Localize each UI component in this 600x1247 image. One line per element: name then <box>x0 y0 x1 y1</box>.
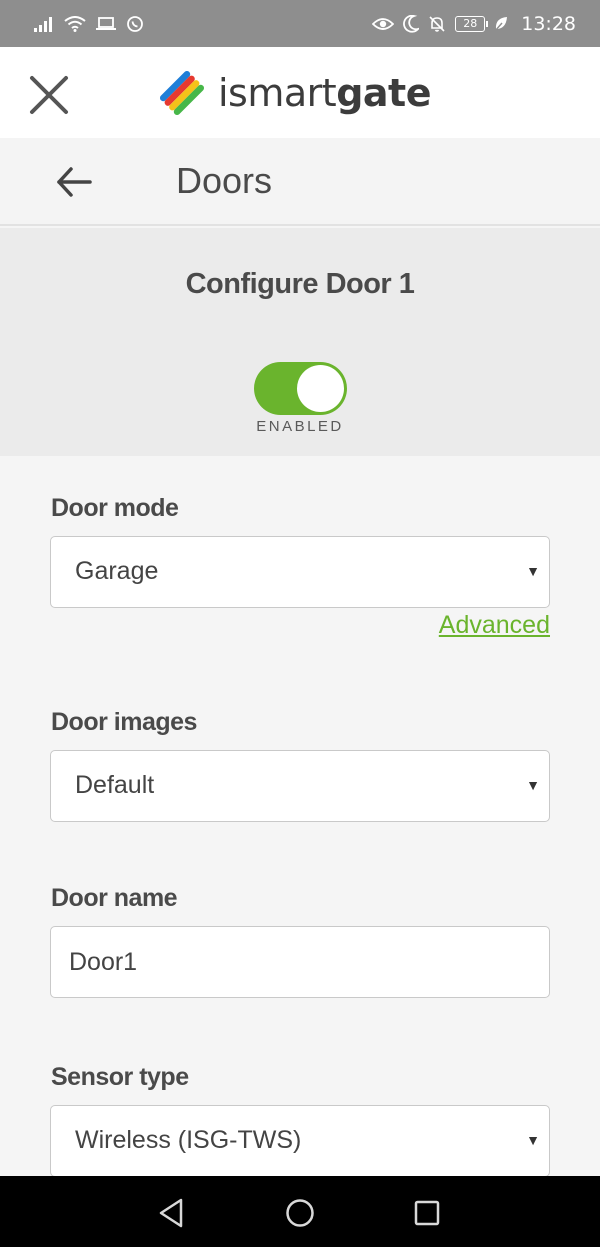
door-name-field-wrapper <box>50 926 550 998</box>
door-mode-select[interactable]: Garage ▼ <box>50 536 550 608</box>
system-back-button[interactable] <box>149 1191 193 1235</box>
nav-bar: Doors <box>0 138 600 226</box>
door-mode-label: Door mode <box>51 494 179 522</box>
back-button[interactable] <box>52 160 96 204</box>
close-icon <box>30 76 68 114</box>
whatsapp-icon <box>127 15 143 32</box>
bell-off-icon <box>429 15 445 32</box>
status-time: 13:28 <box>521 12 576 35</box>
door-mode-value: Garage <box>75 557 159 585</box>
door-images-select[interactable]: Default ▼ <box>50 750 550 822</box>
page-title: Doors <box>176 160 273 201</box>
sensor-type-select[interactable]: Wireless (ISG-TWS) ▼ <box>50 1105 550 1177</box>
toggle-knob <box>297 365 344 412</box>
status-bar: 28 13:28 <box>0 0 600 47</box>
signal-icon <box>34 16 52 32</box>
system-nav-bar <box>0 1176 600 1247</box>
laptop-icon <box>96 16 116 30</box>
status-left <box>34 15 144 33</box>
brand-logo: ismartgate <box>160 69 431 117</box>
caret-down-icon: ▼ <box>526 777 540 793</box>
caret-down-icon: ▼ <box>526 1132 540 1148</box>
toggle-label: ENABLED <box>256 418 344 435</box>
door-name-input[interactable] <box>51 927 549 997</box>
square-recents-icon <box>414 1200 440 1226</box>
door-name-label: Door name <box>51 884 178 912</box>
door-images-value: Default <box>75 771 155 799</box>
brand-logo-text: ismartgate <box>218 71 431 115</box>
door-config-form: Door mode Garage ▼ Advanced Door images … <box>0 456 600 1177</box>
app-header: ismartgate <box>0 47 600 138</box>
wifi-icon <box>64 15 86 32</box>
close-button[interactable] <box>27 73 71 117</box>
system-home-button[interactable] <box>278 1191 322 1235</box>
sensor-type-value: Wireless (ISG-TWS) <box>75 1126 302 1154</box>
caret-down-icon: ▼ <box>526 563 540 579</box>
moon-icon <box>403 14 420 33</box>
advanced-link[interactable]: Advanced <box>439 611 550 640</box>
status-right: 28 13:28 <box>372 13 576 35</box>
system-recents-button[interactable] <box>405 1191 449 1235</box>
config-header: Configure Door 1 ENABLED <box>0 228 600 456</box>
triangle-back-icon <box>159 1198 183 1228</box>
eye-icon <box>372 17 395 30</box>
door-images-label: Door images <box>51 708 197 736</box>
config-title: Configure Door 1 <box>185 268 415 300</box>
arrow-left-icon <box>57 167 92 197</box>
leaf-icon <box>494 16 508 31</box>
enabled-toggle[interactable] <box>254 362 347 415</box>
circle-home-icon <box>286 1199 314 1227</box>
ismartgate-logo-icon <box>160 71 204 115</box>
sensor-type-label: Sensor type <box>51 1063 189 1091</box>
battery-icon: 28 <box>455 15 489 32</box>
